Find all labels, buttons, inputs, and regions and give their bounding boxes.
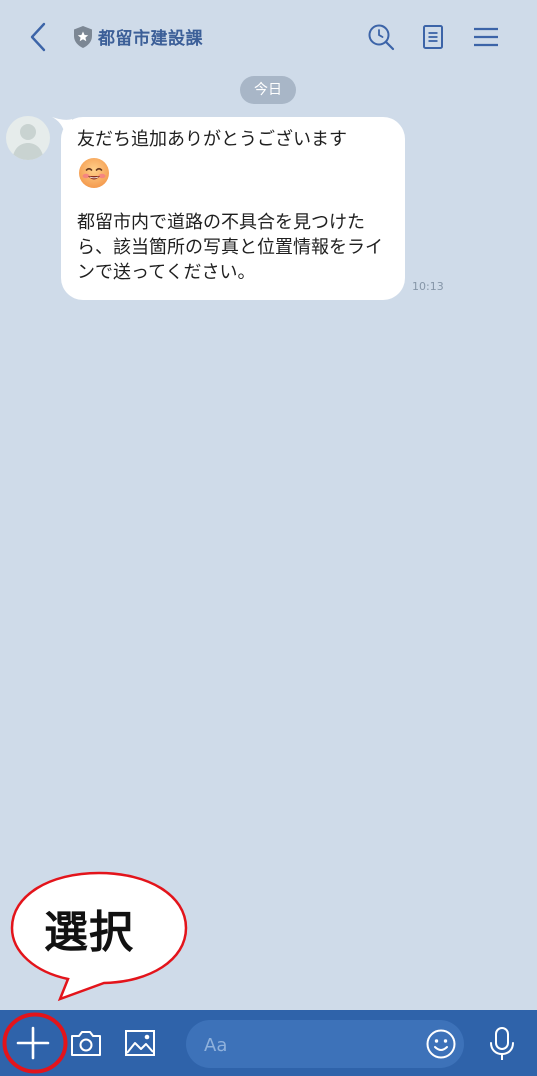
message-input[interactable] [204,1030,404,1060]
message-body: 都留市内で道路の不具合を見つけたら、該当箇所の写真と位置情報をラインで送ってくだ… [77,212,383,283]
plus-icon[interactable] [14,1024,52,1062]
default-avatar-icon [12,124,44,160]
camera-icon[interactable] [69,1027,103,1059]
official-shield-icon [74,26,92,48]
smiling-face-emoji-icon [79,158,109,188]
image-icon[interactable] [123,1027,157,1059]
sender-avatar[interactable] [6,116,50,160]
back-arrow-icon[interactable] [26,20,52,54]
message-time: 10:13 [412,280,444,293]
emoji-icon[interactable] [425,1028,457,1060]
date-separator: 今日 [240,76,296,104]
hamburger-menu-icon[interactable] [471,22,501,52]
chat-header: 都留市建設課 [0,0,537,72]
note-icon[interactable] [418,22,448,52]
message-bubble[interactable]: 友だち追加ありがとうございます 都留市内で道路の不具合を見つけたら、該当箇所の写… [61,117,405,300]
search-icon[interactable] [366,22,396,52]
chat-title: 都留市建設課 [98,29,203,49]
callout-label: 選択 [44,907,134,958]
microphone-icon[interactable] [487,1026,517,1062]
message-greeting: 友だち追加ありがとうございます [77,129,347,150]
